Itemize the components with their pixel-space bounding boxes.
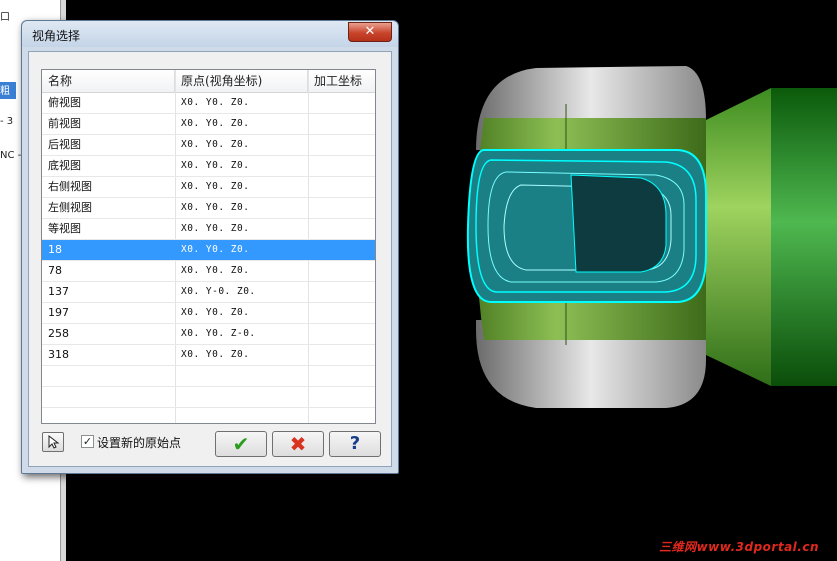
table-row[interactable]: 197 X0. Y0. Z0. [42,303,375,324]
cell-machining [308,198,375,219]
cell-name: 前视图 [48,117,81,130]
help-button[interactable]: ? [329,431,381,457]
cell-origin: X0. Y0. Z0. [181,223,250,234]
pointer-arrow-icon [48,434,60,449]
cell-name: 左侧视图 [48,201,92,214]
table-row[interactable]: 137 X0. Y-0. Z0. [42,282,375,303]
cell-name: 78 [48,264,62,277]
cell-origin: X0. Y0. Z0. [181,160,250,171]
empty-row [42,387,375,408]
cell-machining [308,345,375,366]
table-row[interactable]: 左侧视图 X0. Y0. Z0. [42,198,375,219]
cell-origin: X0. Y0. Z0. [181,118,250,129]
cell-origin: X0. Y0. Z0. [181,97,250,108]
column-header-origin[interactable]: 原点(视角坐标) [175,70,308,92]
cell-origin: X0. Y0. Z0. [181,202,250,213]
table-row[interactable]: 318 X0. Y0. Z0. [42,345,375,366]
watermark-text: 三维网www.3dportal.cn [659,540,819,554]
table-row[interactable]: 78 X0. Y0. Z0. [42,261,375,282]
table-row[interactable]: 18 X0. Y0. Z0. [42,240,375,261]
cell-origin: X0. Y0. Z0. [181,265,250,276]
table-row[interactable]: 前视图 X0. Y0. Z0. [42,114,375,135]
set-origin-label: 设置新的原始点 [97,436,182,450]
table-row[interactable]: 底视图 X0. Y0. Z0. [42,156,375,177]
cell-origin: X0. Y-0. Z0. [181,286,256,297]
cancel-button[interactable]: ✖ [272,431,324,457]
tree-item[interactable]: NC - [0,150,21,161]
cell-machining [308,219,375,240]
red-x-icon: ✖ [289,432,307,456]
tree-item[interactable]: - 3 [0,116,13,127]
cell-machining [308,114,375,135]
cell-name: 197 [48,306,69,319]
column-header-machining[interactable]: 加工坐标 [308,70,375,92]
shaft [771,88,837,386]
cell-name: 等视图 [48,222,81,235]
empty-row [42,366,375,387]
cell-name: 18 [48,243,62,256]
cell-machining [308,324,375,345]
cell-origin: X0. Y0. Z0. [181,307,250,318]
dialog-client: 名称 原点(视角坐标) 加工坐标 俯视图 X0. Y0. Z0. 前视图 X0. Y0… [28,51,392,467]
dialog-title: 视角选择 [32,29,81,43]
cell-machining [308,135,375,156]
cell-machining [308,282,375,303]
table-row[interactable]: 258 X0. Y0. Z-0. [42,324,375,345]
list-header: 名称 原点(视角坐标) 加工坐标 [42,70,375,93]
table-row[interactable]: 右侧视图 X0. Y0. Z0. [42,177,375,198]
cell-name: 后视图 [48,138,81,151]
cell-origin: X0. Y0. Z-0. [181,328,256,339]
cell-origin: X0. Y0. Z0. [181,244,250,255]
question-icon: ? [349,433,361,454]
table-row[interactable]: 后视图 X0. Y0. Z0. [42,135,375,156]
cell-machining [308,156,375,177]
cell-machining [308,261,375,282]
table-row[interactable]: 俯视图 X0. Y0. Z0. [42,93,375,114]
cell-name: 右侧视图 [48,180,92,193]
cell-name: 底视图 [48,159,81,172]
view-selection-dialog: 视角选择 ✕ 名称 原点(视角坐标) 加工坐标 俯视图 X0. Y0. Z0. 前视… [21,20,399,474]
column-header-name[interactable]: 名称 [42,70,175,92]
pick-origin-button[interactable] [42,432,64,452]
table-row[interactable]: 等视图 X0. Y0. Z0. [42,219,375,240]
view-list[interactable]: 名称 原点(视角坐标) 加工坐标 俯视图 X0. Y0. Z0. 前视图 X0. Y0… [41,69,376,424]
cell-origin: X0. Y0. Z0. [181,181,250,192]
tree-item-selected[interactable]: 粗加 [0,82,16,112]
cell-origin: X0. Y0. Z0. [181,349,250,360]
dialog-titlebar[interactable]: 视角选择 ✕ [22,21,398,47]
cell-machining [308,303,375,324]
cone-section [706,88,771,386]
cell-machining [308,177,375,198]
ok-button[interactable]: ✔ [215,431,267,457]
cell-name: 258 [48,327,69,340]
cell-name: 137 [48,285,69,298]
set-origin-checkbox[interactable]: ✓ [81,435,94,448]
close-button[interactable]: ✕ [348,22,392,42]
cell-name: 318 [48,348,69,361]
cell-machining [308,93,375,114]
cell-name: 俯视图 [48,96,81,109]
tree-item[interactable]: 口 [0,8,10,23]
checkmark-icon: ✔ [232,432,250,456]
cell-machining [308,240,375,261]
cell-origin: X0. Y0. Z0. [181,139,250,150]
